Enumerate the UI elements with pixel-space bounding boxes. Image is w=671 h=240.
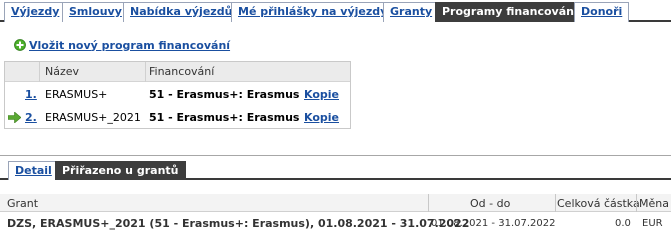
row-number-link[interactable]: 2.: [25, 111, 37, 124]
tab-smlouvy-label[interactable]: Smlouvy: [69, 5, 122, 18]
header-financing: Financování: [149, 65, 215, 78]
plus-circle-icon: [14, 39, 26, 51]
tab-programy-financovani[interactable]: Programy financování: [435, 2, 585, 22]
detail-tab-bar: Detail Přiřazeno u grantů: [0, 159, 671, 180]
tab-prirazeno-u-grantu-label: Přiřazeno u grantů: [62, 164, 179, 177]
row-number-link[interactable]: 1.: [25, 88, 37, 101]
tab-donori-label[interactable]: Donoři: [581, 5, 622, 18]
row-name: ERASMUS+_2021: [45, 111, 141, 124]
tab-nabidka-vyjezdu[interactable]: Nabídka výjezdů: [123, 2, 240, 22]
grant-name: DZS, ERASMUS+_2021 (51 - Erasmus+: Erasm…: [7, 217, 470, 230]
grant-table: Grant Od - do Celková částka Měna DZS, E…: [0, 194, 671, 234]
table-row[interactable]: DZS, ERASMUS+_2021 (51 - Erasmus+: Erasm…: [0, 213, 671, 234]
section-divider: [0, 155, 671, 156]
row-number[interactable]: 2.: [25, 111, 37, 124]
insert-program-link[interactable]: Vložit nový program financování: [14, 38, 230, 52]
tab-smlouvy[interactable]: Smlouvy: [62, 2, 129, 22]
column-divider: [428, 194, 429, 212]
tab-detail-label[interactable]: Detail: [15, 164, 52, 177]
table-row[interactable]: 1. ERASMUS+ 51 - Erasmus+: Erasmus Kopie: [5, 84, 350, 106]
copy-button[interactable]: Kopie: [304, 111, 339, 124]
grant-amount: 0.0: [615, 218, 631, 229]
grant-table-header: Grant Od - do Celková částka Měna: [0, 194, 671, 212]
row-name: ERASMUS+: [45, 88, 108, 101]
header-name: Název: [45, 65, 80, 78]
tab-me-prihlasky[interactable]: Mé přihlášky na výjezdy: [231, 2, 395, 22]
column-divider: [145, 62, 146, 82]
grant-currency: EUR: [642, 218, 663, 229]
copy-link[interactable]: Kopie: [304, 88, 339, 101]
tab-granty-label[interactable]: Granty: [390, 5, 432, 18]
tab-vyjezdy[interactable]: Výjezdy: [4, 2, 67, 22]
program-table-header: Název Financování: [5, 62, 350, 82]
row-financing: 51 - Erasmus+: Erasmus: [149, 111, 300, 124]
column-divider: [555, 194, 556, 212]
main-tab-bar: Výjezdy Smlouvy Nabídka výjezdů Mé přihl…: [0, 0, 671, 22]
table-row[interactable]: 2. ERASMUS+_2021 51 - Erasmus+: Erasmus …: [5, 107, 350, 129]
insert-program-label[interactable]: Vložit nový program financování: [29, 39, 230, 52]
column-divider: [636, 194, 637, 212]
tab-vyjezdy-label[interactable]: Výjezdy: [11, 5, 59, 18]
program-table: Název Financování 1. ERASMUS+ 51 - Erasm…: [4, 61, 351, 129]
grant-period: 01.08.2021 - 31.07.2022: [431, 218, 556, 229]
tab-granty[interactable]: Granty: [383, 2, 440, 22]
header-amount: Celková částka: [557, 197, 640, 210]
column-divider: [39, 62, 40, 82]
tab-nabidka-vyjezdu-label[interactable]: Nabídka výjezdů: [130, 5, 232, 18]
copy-link[interactable]: Kopie: [304, 111, 339, 124]
tab-donori[interactable]: Donoři: [574, 2, 630, 22]
tab-me-prihlasky-label[interactable]: Mé přihlášky na výjezdy: [238, 5, 387, 18]
row-number[interactable]: 1.: [25, 88, 37, 101]
arrow-right-icon: [8, 112, 21, 123]
header-grant: Grant: [7, 197, 39, 210]
header-currency: Měna: [639, 197, 669, 210]
copy-button[interactable]: Kopie: [304, 88, 339, 101]
header-period: Od - do: [470, 197, 511, 210]
tab-prirazeno-u-grantu[interactable]: Přiřazeno u grantů: [55, 161, 186, 180]
tab-detail[interactable]: Detail: [8, 161, 59, 180]
tab-programy-financovani-label: Programy financování: [442, 5, 578, 18]
row-financing: 51 - Erasmus+: Erasmus: [149, 88, 300, 101]
